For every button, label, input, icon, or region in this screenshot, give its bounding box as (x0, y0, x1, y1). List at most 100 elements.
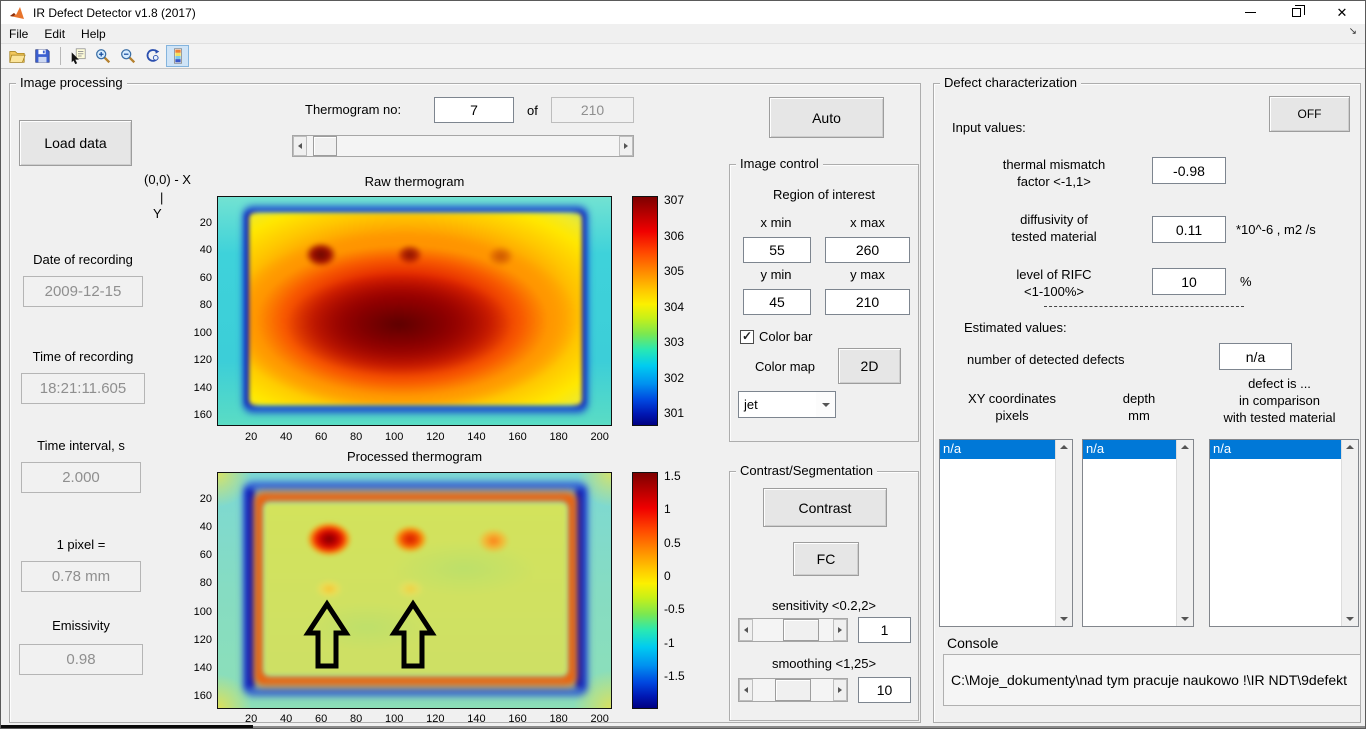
y-min-input[interactable] (743, 289, 811, 315)
view-2d-button[interactable]: 2D (838, 348, 901, 384)
thermogram-slider[interactable] (292, 135, 634, 157)
slider-thumb[interactable] (313, 136, 337, 156)
zoom-in-button[interactable] (91, 45, 114, 67)
raw-thermogram-title: Raw thermogram (217, 174, 612, 189)
y-max-input[interactable] (825, 289, 910, 315)
listbox-scrollbar[interactable] (1176, 440, 1193, 626)
x-min-label: x min (740, 215, 812, 230)
smoothing-slider[interactable] (738, 678, 848, 702)
x-min-input[interactable] (743, 237, 811, 263)
scroll-up-icon[interactable] (1060, 445, 1068, 449)
x-max-input[interactable] (825, 237, 910, 263)
slider-right-arrow[interactable] (833, 619, 847, 641)
slider-right-arrow[interactable] (619, 136, 633, 156)
proc-y-tick: 120 (194, 634, 212, 646)
raw-x-tick: 180 (549, 431, 567, 443)
defect-arrows-annotation (218, 473, 612, 709)
load-data-button[interactable]: Load data (19, 120, 132, 166)
pixel-size-label: 1 pixel = (10, 537, 152, 552)
scroll-down-icon[interactable] (1181, 617, 1189, 621)
open-file-button[interactable] (5, 45, 28, 67)
depth-listbox[interactable]: n/a (1082, 439, 1194, 627)
close-button[interactable]: ✕ (1319, 1, 1365, 24)
menu-edit[interactable]: Edit (36, 25, 73, 43)
slider-track[interactable] (753, 679, 833, 701)
colormap-label: Color map (742, 359, 828, 374)
rifc-line2: <1-100%> (964, 283, 1144, 300)
thermal-mismatch-input[interactable] (1152, 157, 1226, 184)
proc-x-tick: 80 (350, 713, 362, 725)
raw-x-tick: 140 (467, 431, 485, 443)
thermogram-no-input[interactable] (434, 97, 514, 123)
titlebar: IR Defect Detector v1.8 (2017) ✕ (1, 1, 1365, 24)
comparison-listbox[interactable]: n/a (1209, 439, 1359, 627)
sensitivity-label: sensitivity <0.2,2> (730, 598, 918, 613)
proc-y-tick: 100 (194, 606, 212, 618)
diffusivity-input[interactable] (1152, 216, 1226, 243)
colorbar-checkbox-row: Color bar (740, 329, 812, 344)
thermal-mismatch-line1: thermal mismatch (964, 156, 1144, 173)
minimize-button[interactable] (1227, 1, 1273, 24)
proc-colorbar-tick: 0 (664, 569, 685, 583)
auto-button[interactable]: Auto (769, 97, 884, 138)
save-button[interactable] (30, 45, 53, 67)
listbox-item-selected[interactable]: n/a (1083, 440, 1176, 459)
pixel-size-field: 1 pixel = 0.78 mm (10, 537, 152, 592)
menu-help[interactable]: Help (73, 25, 114, 43)
colormap-dropdown[interactable]: jet (738, 391, 836, 418)
sensitivity-input[interactable] (858, 617, 911, 643)
scroll-up-icon[interactable] (1346, 445, 1354, 449)
scroll-down-icon[interactable] (1060, 617, 1068, 621)
raw-x-tick: 20 (245, 431, 257, 443)
smoothing-input[interactable] (858, 677, 911, 703)
contrast-button[interactable]: Contrast (763, 488, 887, 527)
slider-track[interactable] (753, 619, 833, 641)
rifc-input[interactable] (1152, 268, 1226, 295)
data-cursor-button[interactable] (66, 45, 89, 67)
slider-thumb[interactable] (775, 679, 811, 701)
raw-y-tick: 120 (194, 354, 212, 366)
proc-y-tick: 160 (194, 690, 212, 702)
emissivity-label: Emissivity (10, 618, 152, 633)
listbox-item-selected[interactable]: n/a (1210, 440, 1341, 459)
date-of-recording-value: 2009-12-15 (23, 276, 143, 307)
colorbar-checkbox[interactable] (740, 330, 754, 344)
scroll-up-icon[interactable] (1181, 445, 1189, 449)
menu-file[interactable]: File (1, 25, 36, 43)
slider-track[interactable] (307, 136, 619, 156)
matlab-logo-icon (9, 5, 25, 21)
off-button[interactable]: OFF (1269, 96, 1350, 132)
zoom-out-button[interactable] (116, 45, 139, 67)
chevron-down-icon (816, 392, 835, 417)
processed-thermogram-title: Processed thermogram (217, 449, 612, 464)
fc-button[interactable]: FC (793, 542, 859, 576)
proc-x-tick: 40 (280, 713, 292, 725)
raw-y-tick: 160 (194, 409, 212, 421)
proc-x-tick: 120 (426, 713, 444, 725)
listbox-item-selected[interactable]: n/a (940, 440, 1055, 459)
slider-left-arrow[interactable] (739, 619, 753, 641)
rotate-3d-button[interactable] (141, 45, 164, 67)
listbox-scrollbar[interactable] (1055, 440, 1072, 626)
slider-left-arrow[interactable] (739, 679, 753, 701)
emissivity-field: Emissivity 0.98 (10, 618, 152, 675)
colorbar-toggle-button[interactable] (166, 45, 189, 67)
slider-left-arrow[interactable] (293, 136, 307, 156)
dock-figure-icon[interactable]: ↘ (1349, 26, 1357, 37)
image-control-group: Image control Region of interest x min x… (729, 164, 919, 442)
raw-x-tick: 40 (280, 431, 292, 443)
sensitivity-slider[interactable] (738, 618, 848, 642)
slider-thumb[interactable] (783, 619, 819, 641)
close-icon: ✕ (1337, 6, 1348, 19)
y-min-label: y min (740, 267, 812, 282)
listbox-scrollbar[interactable] (1341, 440, 1358, 626)
proc-colorbar-tick: -1 (664, 636, 685, 650)
proc-x-tick: 180 (549, 713, 567, 725)
restore-button[interactable] (1273, 1, 1319, 24)
slider-right-arrow[interactable] (833, 679, 847, 701)
scroll-down-icon[interactable] (1346, 617, 1354, 621)
proc-colorbar-tick: -0.5 (664, 602, 685, 616)
raw-y-tick: 140 (194, 382, 212, 394)
raw-x-tick: 60 (315, 431, 327, 443)
xy-coordinates-listbox[interactable]: n/a (939, 439, 1073, 627)
